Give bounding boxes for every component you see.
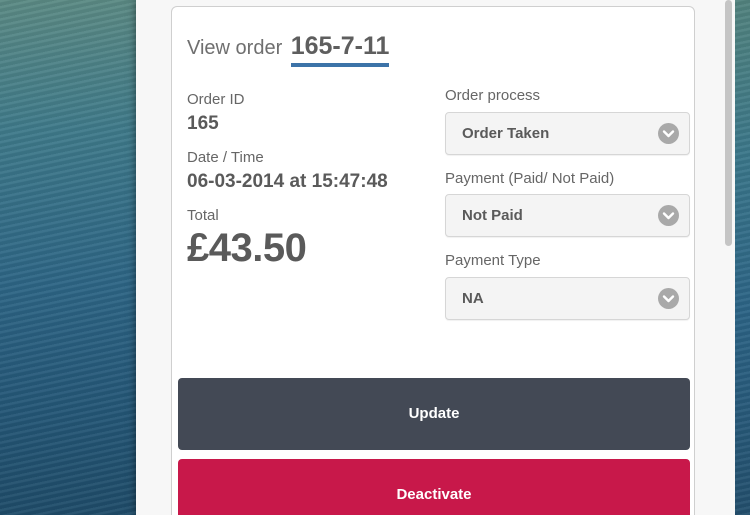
datetime-label: Date / Time — [187, 149, 264, 166]
payment-status-label: Payment (Paid/ Not Paid) — [445, 170, 615, 187]
page-title: View order 165-7-11 — [187, 32, 390, 72]
scrollbar-thumb[interactable] — [725, 0, 732, 246]
payment-type-value: NA — [462, 290, 484, 307]
order-process-label: Order process — [445, 87, 541, 104]
order-id-label: Order ID — [187, 91, 245, 108]
chevron-down-icon — [658, 205, 679, 226]
datetime-value: 06-03-2014 at 15:47:48 — [187, 171, 388, 192]
payment-type-label: Payment Type — [445, 252, 541, 269]
chevron-down-icon — [658, 123, 679, 144]
order-id-value: 165 — [187, 113, 219, 134]
update-button[interactable]: Update — [178, 378, 690, 450]
desktop-wallpaper-left — [0, 0, 136, 515]
total-label: Total — [187, 207, 219, 224]
page-title-prefix: View order — [187, 37, 283, 59]
payment-type-select[interactable]: NA — [445, 277, 690, 320]
payment-status-value: Not Paid — [462, 207, 523, 224]
vertical-scrollbar[interactable] — [721, 0, 735, 515]
total-value: £43.50 — [187, 226, 307, 270]
order-process-select[interactable]: Order Taken — [445, 112, 690, 155]
order-number: 165-7-11 — [290, 32, 390, 67]
payment-status-select[interactable]: Not Paid — [445, 194, 690, 237]
chevron-down-icon — [658, 288, 679, 309]
deactivate-button[interactable]: Deactivate — [178, 459, 690, 515]
order-process-value: Order Taken — [462, 125, 550, 142]
desktop-wallpaper-right — [735, 0, 750, 515]
